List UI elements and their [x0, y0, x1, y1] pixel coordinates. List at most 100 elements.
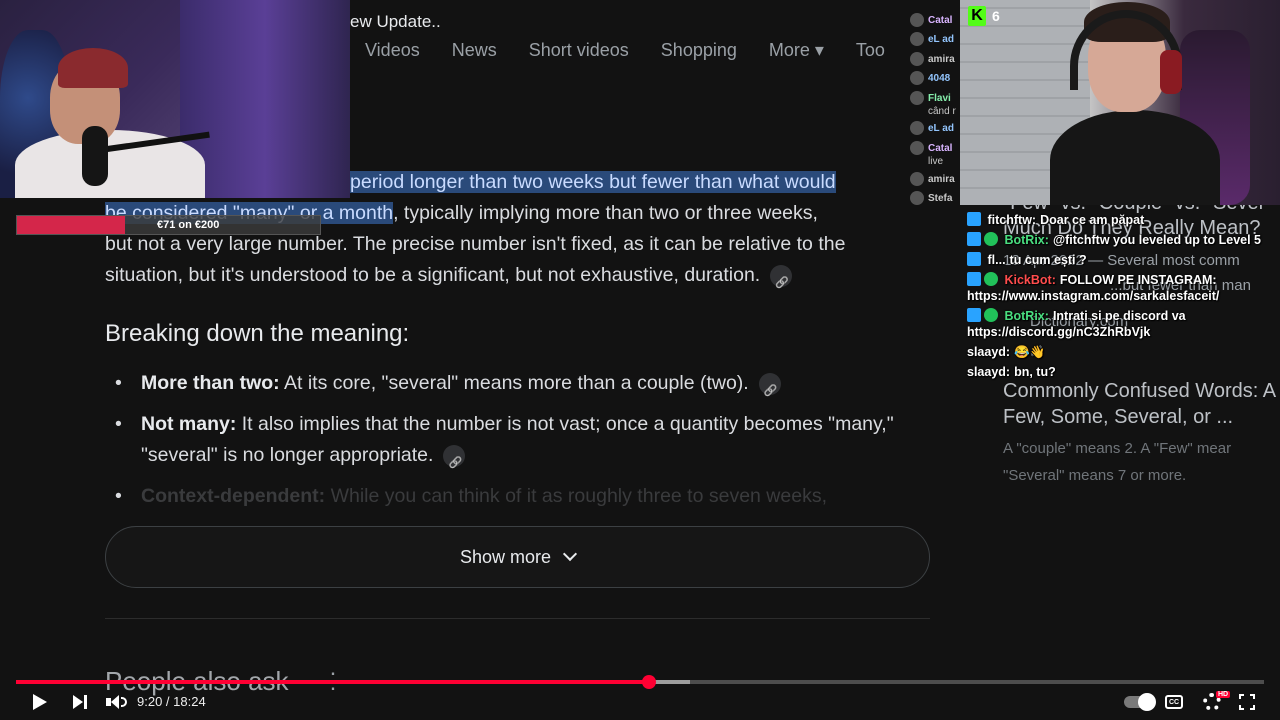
scrubber-handle[interactable] — [641, 675, 656, 689]
divider — [105, 618, 930, 619]
list-item: eL ad — [910, 29, 960, 49]
avatar — [910, 71, 924, 85]
verified-icon — [984, 232, 998, 246]
avatar — [910, 13, 924, 27]
subtitles-button[interactable]: CC — [1164, 690, 1184, 714]
point-term: Not many: — [141, 413, 237, 435]
rp-title-2b[interactable]: Few, Some, Several, or ... — [1003, 406, 1233, 429]
chat-username: Stefa — [928, 192, 953, 204]
chat-username: Catal — [928, 14, 953, 26]
point-text: While you can think of it as roughly thr… — [325, 485, 827, 507]
video-title-fragment: ew Update.. — [350, 12, 441, 31]
chat-username: fitchftw: — [987, 213, 1037, 227]
point-text: At its core, "several" means more than a… — [279, 372, 749, 394]
chat-text: Intrati si pe discord va https://discord… — [967, 309, 1186, 339]
autoplay-toggle[interactable] — [1124, 690, 1156, 714]
list-item: Catal — [910, 10, 960, 30]
play-button[interactable] — [30, 690, 50, 714]
tab-news[interactable]: News — [452, 40, 497, 61]
show-more-label: Show more — [459, 546, 552, 567]
webcam-background — [180, 0, 350, 198]
meaning-list: More than two: At its core, "several" me… — [115, 368, 915, 522]
show-more-button[interactable]: Show more — [105, 526, 930, 588]
section-heading: Breaking down the meaning: — [105, 320, 410, 347]
tab-videos[interactable]: Videos — [365, 40, 420, 61]
volume-icon — [105, 695, 127, 709]
tab-shopping[interactable]: Shopping — [661, 40, 737, 61]
list-item: live — [910, 151, 960, 171]
link-icon[interactable] — [770, 264, 793, 287]
goal-text: €71 on €200 — [157, 219, 220, 231]
cc-icon: CC — [1165, 695, 1183, 709]
streamer-body — [1050, 110, 1220, 205]
mute-button[interactable] — [105, 690, 127, 714]
kick-badge-icon — [967, 252, 981, 266]
link-icon[interactable] — [443, 444, 466, 467]
chat-message: fl... tu cum ești ? — [967, 252, 1277, 268]
progress-played — [16, 680, 649, 684]
point-text: It also implies that the number is not v… — [141, 413, 894, 466]
chat-message: BotRix: Intrati si pe discord va https://… — [967, 308, 1277, 340]
chat-username: slaayd: — [967, 365, 1011, 379]
chevron-down-icon — [562, 546, 578, 562]
streamer-cap — [58, 48, 128, 88]
list-item: amira — [910, 49, 960, 69]
tab-tools[interactable]: Too — [856, 40, 885, 61]
chat-text: Doar ce am păpat — [1040, 213, 1145, 227]
list-item: Stefa — [910, 188, 960, 208]
fullscreen-button[interactable] — [1237, 690, 1257, 714]
next-icon — [73, 695, 87, 709]
donation-goal-bar: €71 on €200 — [16, 215, 321, 235]
rp-desc-1: A "couple" means 2. A "Few" mear — [1003, 440, 1232, 457]
link-icon[interactable] — [758, 372, 781, 395]
answer-line-2-rest: , typically implying more than two or th… — [393, 202, 818, 224]
list-item: eL ad — [910, 118, 960, 138]
streamer-webcam-left — [0, 0, 350, 198]
chat-text: 😂👋 — [1014, 345, 1046, 359]
chat-text: live — [928, 155, 944, 167]
chat-message: KickBot: FOLLOW PE INSTAGRAM: https://www… — [967, 272, 1277, 304]
chat-username: amira — [928, 53, 955, 65]
kick-viewer-badge: K 6 — [968, 4, 1008, 28]
chat-username: slaayd: — [967, 345, 1011, 359]
verified-icon — [984, 272, 998, 286]
kick-logo-icon: K — [968, 6, 986, 26]
next-button[interactable] — [70, 690, 90, 714]
chat-username: BotRix: — [1004, 309, 1049, 323]
point-term: Context-dependent: — [141, 485, 326, 507]
chat-username: BotRix: — [1004, 233, 1049, 247]
goal-fill — [17, 216, 125, 234]
tab-short-videos[interactable]: Short videos — [529, 40, 629, 61]
time-display: 9:20 / 18:24 — [137, 694, 206, 709]
chat-message: slaayd: bn, tu? — [967, 364, 1277, 380]
viewer-count: 6 — [992, 8, 1000, 24]
search-tabs: Videos News Short videos Shopping More ▾… — [365, 30, 975, 70]
chat-username: fl... — [987, 253, 1006, 267]
chat-username: eL ad — [928, 122, 954, 134]
list-item: Not many: It also implies that the numbe… — [115, 409, 915, 471]
avatar — [910, 121, 924, 135]
progress-bar[interactable] — [16, 675, 1264, 689]
chat-text: când r — [928, 105, 956, 117]
point-term: More than two: — [141, 372, 280, 394]
chat-username: amira — [928, 173, 955, 185]
verified-icon — [984, 308, 998, 322]
avatar — [910, 32, 924, 46]
kick-badge-icon — [967, 308, 981, 322]
highlight-line-1: period longer than two weeks but fewer t… — [350, 171, 836, 193]
avatar — [910, 191, 924, 205]
tab-more[interactable]: More ▾ — [769, 40, 824, 61]
chat-overlay: fitchftw: Doar ce am păpat BotRix: @fitchf… — [967, 212, 1277, 384]
chat-text: @fitchftw you leveled up to Level 5 — [1052, 233, 1261, 247]
chat-text: bn, tu? — [1014, 365, 1056, 379]
headset-cup — [1160, 50, 1182, 94]
avatar — [910, 52, 924, 66]
chat-username: 4048 — [928, 72, 951, 84]
chat-username: KickBot: — [1004, 273, 1056, 287]
chat-message: slaayd: 😂👋 — [967, 344, 1277, 360]
list-item: amira — [910, 169, 960, 189]
chat-message: fitchftw: Doar ce am păpat — [967, 212, 1277, 228]
hd-badge: HD — [1216, 691, 1231, 698]
chat-username: eL ad — [928, 33, 954, 45]
list-item: More than two: At its core, "several" me… — [115, 368, 915, 399]
